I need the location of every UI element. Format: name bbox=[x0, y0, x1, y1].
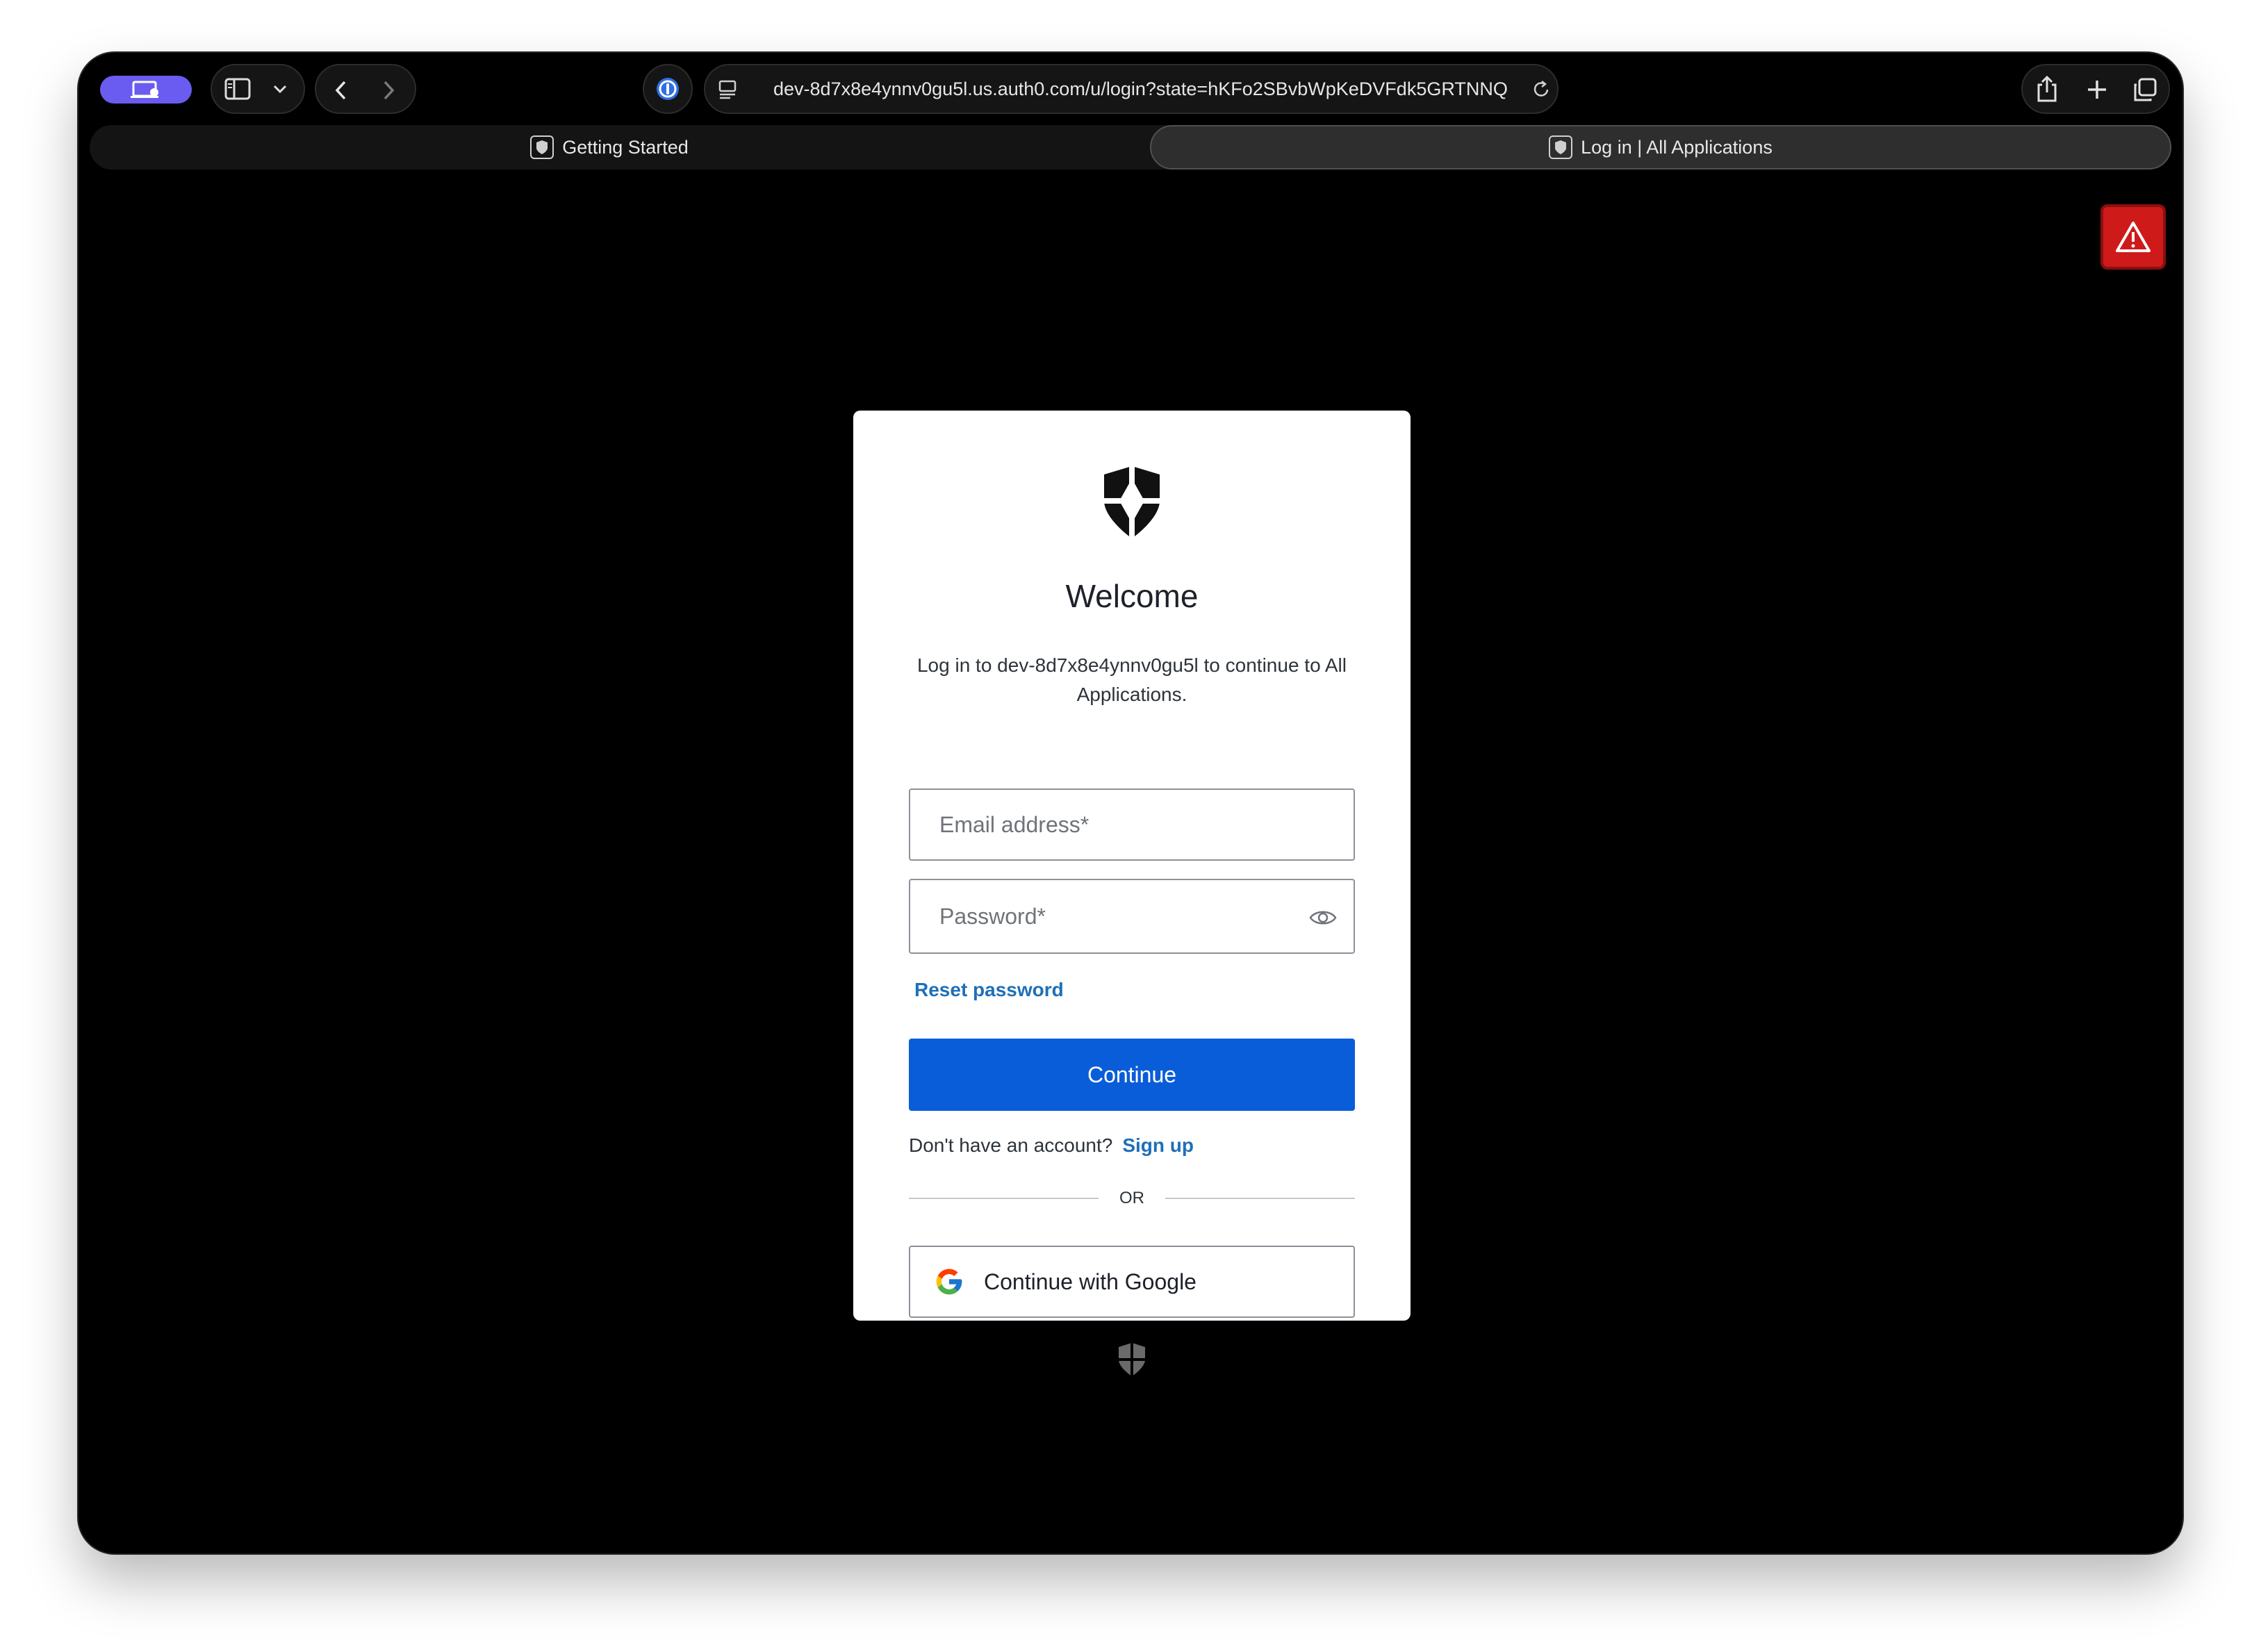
page-settings-icon[interactable] bbox=[718, 79, 739, 100]
navigation-group bbox=[315, 64, 416, 114]
login-card: Welcome Log in to dev-8d7x8e4ynnv0gu5l t… bbox=[853, 411, 1411, 1321]
reset-password-link[interactable]: Reset password bbox=[914, 979, 1064, 1001]
auth0-favicon-icon bbox=[1549, 135, 1573, 159]
sidebar-toggle-group bbox=[211, 64, 305, 114]
google-button-label: Continue with Google bbox=[984, 1269, 1197, 1294]
divider-line bbox=[1165, 1198, 1355, 1199]
auth0-logo-icon bbox=[1104, 466, 1160, 538]
new-tab-icon[interactable] bbox=[2087, 79, 2107, 100]
profile-icon bbox=[131, 81, 158, 98]
tab-label: Log in | All Applications bbox=[1581, 136, 1773, 158]
password-manager-icon bbox=[657, 78, 679, 100]
password-manager-button[interactable] bbox=[643, 64, 693, 114]
signup-row: Don't have an account? Sign up bbox=[909, 1134, 1194, 1157]
tab-getting-started[interactable]: Getting Started bbox=[90, 125, 1129, 170]
tab-label: Getting Started bbox=[562, 136, 689, 158]
page-title: Welcome bbox=[1065, 578, 1199, 614]
or-divider: OR bbox=[909, 1184, 1355, 1212]
google-icon bbox=[936, 1269, 962, 1295]
warning-icon bbox=[2116, 222, 2151, 252]
share-icon[interactable] bbox=[2035, 75, 2059, 103]
back-icon[interactable] bbox=[333, 79, 350, 101]
sidebar-icon[interactable] bbox=[224, 78, 251, 100]
tab-log-in[interactable]: Log in | All Applications bbox=[1150, 125, 2171, 170]
continue-with-google-button[interactable]: Continue with Google bbox=[909, 1246, 1355, 1318]
auth0-footer-logo-icon bbox=[1119, 1343, 1145, 1376]
url-text[interactable]: dev-8d7x8e4ynnv0gu5l.us.auth0.com/u/logi… bbox=[773, 72, 1510, 106]
tab-bar: Getting Started Log in | All Application… bbox=[90, 125, 2171, 170]
chevron-down-icon[interactable] bbox=[272, 83, 288, 94]
reload-icon[interactable] bbox=[1531, 79, 1552, 100]
email-placeholder: Email address* bbox=[939, 811, 1090, 837]
sign-up-link[interactable]: Sign up bbox=[1122, 1134, 1194, 1156]
or-label: OR bbox=[1119, 1189, 1144, 1207]
auth0-favicon-icon bbox=[530, 135, 554, 159]
browser-window: dev-8d7x8e4ynnv0gu5l.us.auth0.com/u/logi… bbox=[79, 53, 2182, 1553]
warning-button[interactable] bbox=[2100, 204, 2166, 270]
show-password-icon[interactable] bbox=[1309, 905, 1337, 930]
tab-overview-icon[interactable] bbox=[2132, 78, 2157, 103]
no-account-text: Don't have an account? bbox=[909, 1134, 1113, 1156]
email-field[interactable]: Email address* bbox=[909, 788, 1355, 861]
forward-icon[interactable] bbox=[380, 79, 397, 101]
login-subtitle: Log in to dev-8d7x8e4ynnv0gu5l to contin… bbox=[916, 654, 1347, 705]
continue-button[interactable]: Continue bbox=[909, 1039, 1355, 1111]
password-placeholder: Password* bbox=[939, 903, 1046, 929]
window-actions-group bbox=[2021, 64, 2170, 114]
divider-line bbox=[909, 1198, 1099, 1199]
profile-button[interactable] bbox=[100, 76, 192, 104]
password-field[interactable]: Password* bbox=[909, 879, 1355, 954]
